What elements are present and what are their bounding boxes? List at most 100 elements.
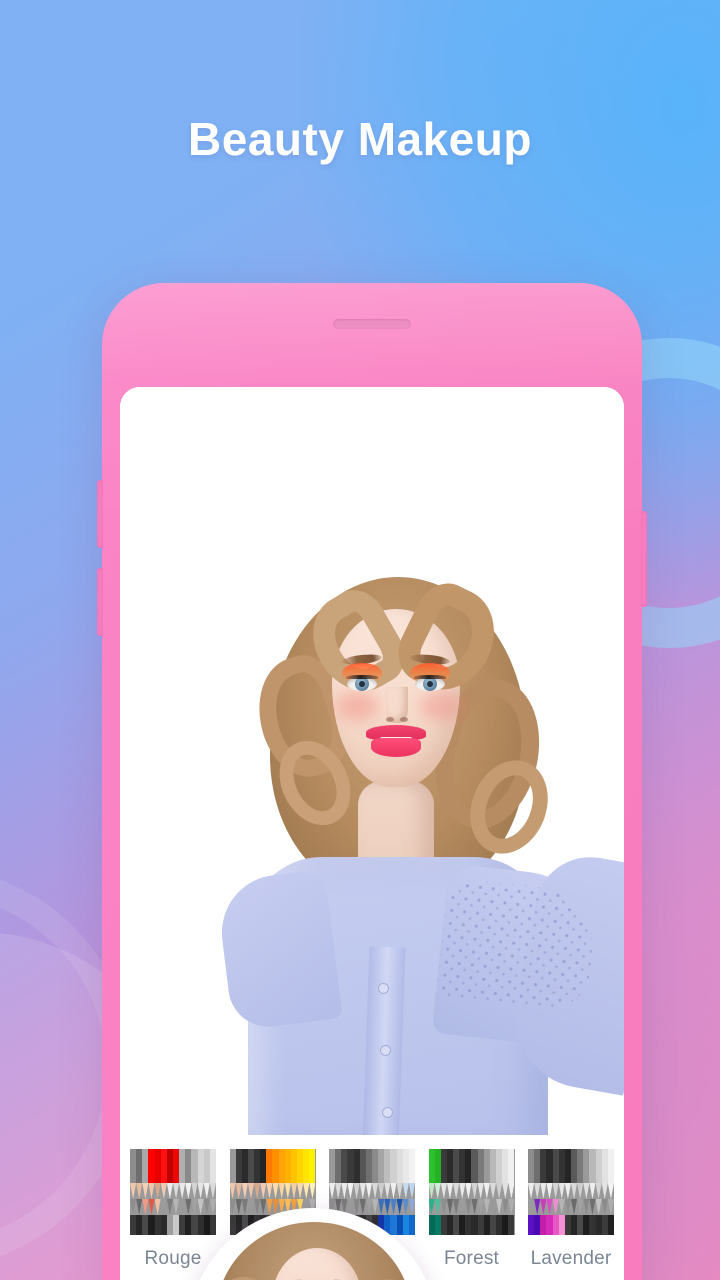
- eyeliner-right: [414, 675, 446, 679]
- pencil-tip: [552, 1183, 559, 1199]
- pupil-right: [427, 681, 433, 687]
- pencil-tip: [428, 1183, 435, 1199]
- dress-shoulder-left: [215, 868, 343, 1032]
- palette-item-lavender[interactable]: Lavender: [528, 1149, 614, 1270]
- pencil-row-bottom: [130, 1215, 216, 1235]
- pencil-tip: [266, 1199, 273, 1215]
- volume-up-button[interactable]: [97, 480, 103, 548]
- pencil-row-top: [528, 1149, 614, 1183]
- pencil-tip: [284, 1183, 291, 1199]
- pencil-tip: [209, 1183, 216, 1199]
- pencil-tip: [142, 1183, 149, 1199]
- pencil-row-tips1: [428, 1183, 515, 1199]
- pencil-tip: [371, 1183, 379, 1199]
- phone-mockup: Before RougeWarmOceanForestLavender: [97, 283, 647, 1280]
- pencil-tip: [601, 1199, 608, 1215]
- pencil-tip: [402, 1199, 409, 1215]
- pencil-tip: [428, 1199, 435, 1215]
- pencil-tip: [179, 1183, 186, 1199]
- eyeliner-left: [346, 675, 378, 679]
- nostril-left: [386, 717, 394, 722]
- pencil-tip: [558, 1183, 565, 1199]
- pencil-tip: [589, 1199, 596, 1215]
- pencil-row-tips1: [130, 1183, 216, 1199]
- palette-item-rouge[interactable]: Rouge: [130, 1149, 216, 1270]
- pencil-tip: [528, 1183, 535, 1199]
- pencil-tip: [378, 1199, 385, 1215]
- pencil-tip: [558, 1199, 565, 1215]
- pencil-tip: [384, 1183, 391, 1199]
- blush-right: [420, 691, 462, 721]
- pencil-tip: [440, 1183, 447, 1199]
- volume-down-button[interactable]: [97, 568, 103, 636]
- pupil-left: [359, 681, 365, 687]
- pencil-tip: [570, 1183, 578, 1199]
- pencil-tip: [172, 1183, 180, 1199]
- pencil-tip: [290, 1183, 298, 1199]
- palette-label-forest: Forest: [443, 1248, 500, 1269]
- pencil-tip: [570, 1199, 578, 1215]
- after-photo[interactable]: [120, 387, 624, 1135]
- pencil-tip: [496, 1199, 503, 1215]
- pencil-tip: [130, 1183, 137, 1199]
- power-button[interactable]: [641, 511, 647, 607]
- pencil-tip: [540, 1199, 547, 1215]
- palette-swatch-lavender[interactable]: [528, 1149, 614, 1235]
- pencil-tip: [440, 1199, 447, 1215]
- pencil-tip: [260, 1199, 267, 1215]
- pencil-tip: [142, 1199, 149, 1215]
- pencil-barrel: [309, 1149, 316, 1183]
- pencil-barrel: [607, 1215, 614, 1235]
- nostril-right: [400, 717, 408, 722]
- pencil-tip: [148, 1199, 155, 1215]
- pencil-tip: [601, 1183, 608, 1199]
- pencil-tip: [130, 1199, 137, 1215]
- pencil-tip: [266, 1183, 273, 1199]
- pencil-tip: [353, 1199, 360, 1215]
- lower-lip: [371, 738, 421, 757]
- pencil-tip: [347, 1183, 354, 1199]
- pencil-tip: [353, 1183, 360, 1199]
- dress-button: [378, 983, 389, 994]
- pencil-tip: [502, 1199, 509, 1215]
- pencil-barrel: [209, 1149, 216, 1183]
- pencil-tip: [136, 1183, 143, 1199]
- pencil-tip: [489, 1199, 497, 1215]
- pencil-tip: [446, 1183, 454, 1199]
- pencil-tip: [453, 1199, 460, 1215]
- pencil-row-tips2: [428, 1199, 515, 1215]
- pencil-tip: [540, 1183, 547, 1199]
- blush-left: [336, 691, 378, 721]
- pencil-tip: [229, 1183, 236, 1199]
- pencil-tip: [197, 1199, 204, 1215]
- pencil-tip: [359, 1199, 366, 1215]
- pencil-tip: [546, 1183, 553, 1199]
- pencil-tip: [179, 1199, 186, 1215]
- palette-swatch-forest[interactable]: [428, 1149, 515, 1235]
- pencil-tip: [408, 1183, 415, 1199]
- promo-screenshot: Beauty Makeup Rouge Forest Lavender: [0, 0, 720, 1280]
- pencil-tip: [154, 1199, 161, 1215]
- eye-left: [347, 677, 377, 691]
- pencil-row-top: [130, 1149, 216, 1183]
- pencil-tip: [371, 1199, 379, 1215]
- pencil-tip: [502, 1183, 509, 1199]
- pencil-tip: [396, 1183, 403, 1199]
- pencil-row-top: [229, 1149, 316, 1183]
- pencil-tip: [378, 1183, 385, 1199]
- pencil-tip: [564, 1183, 571, 1199]
- pencil-tip: [260, 1183, 267, 1199]
- pencil-tip: [335, 1183, 342, 1199]
- pencil-tip: [341, 1183, 348, 1199]
- phone-screen: Before RougeWarmOceanForestLavender: [120, 387, 624, 1280]
- pencil-barrel: [209, 1215, 216, 1235]
- palette-swatch-rouge[interactable]: [130, 1149, 216, 1235]
- pencil-tip: [390, 1199, 397, 1215]
- pencil-tip: [459, 1183, 466, 1199]
- pencil-tip: [546, 1199, 553, 1215]
- pencil-tip: [465, 1183, 472, 1199]
- palette-item-forest[interactable]: Forest: [428, 1149, 515, 1270]
- pencil-tip: [534, 1183, 541, 1199]
- pencil-tip: [241, 1199, 248, 1215]
- pencil-row-tips1: [229, 1183, 316, 1199]
